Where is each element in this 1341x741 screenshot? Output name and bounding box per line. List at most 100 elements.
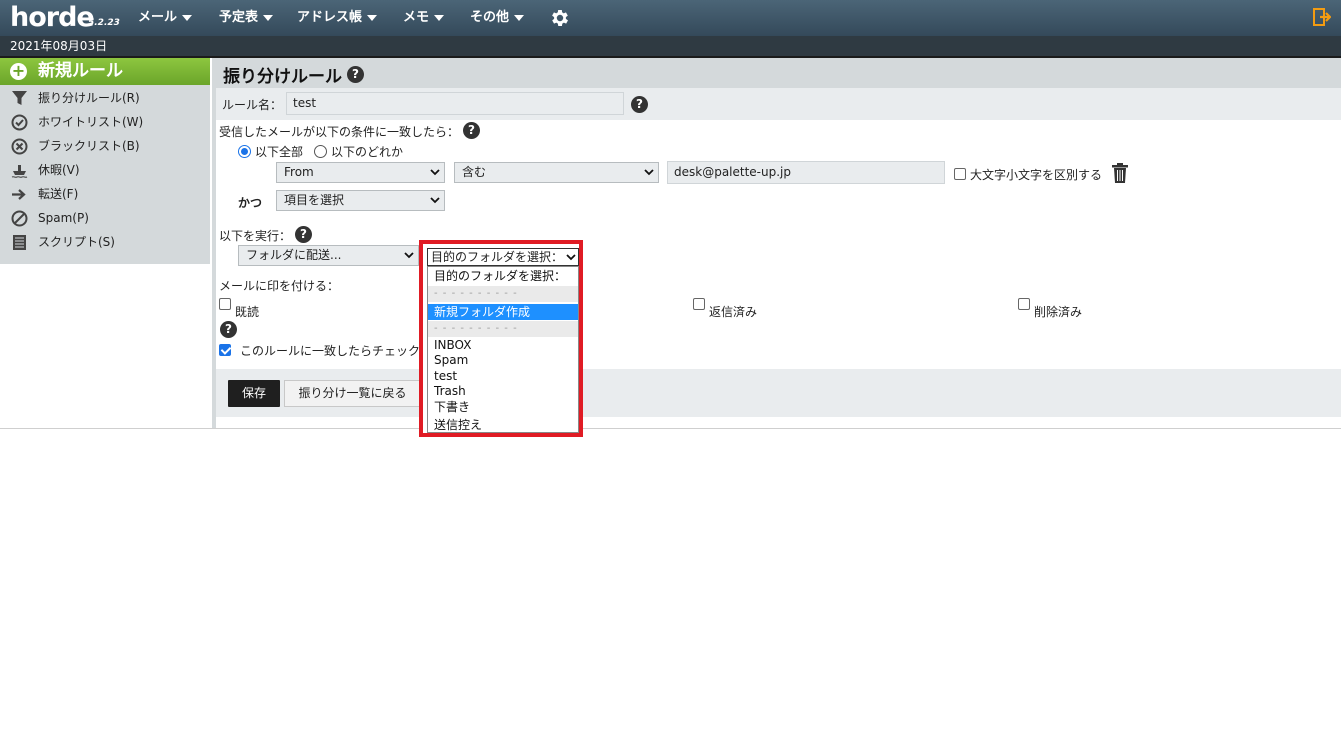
flag-deleted-label: 削除済み	[1034, 305, 1083, 319]
folder-option-new-folder[interactable]: 新規フォルダ作成	[428, 304, 578, 320]
caret-down-icon	[514, 14, 525, 21]
back-to-list-button[interactable]: 振り分け一覧に戻る	[284, 380, 421, 407]
current-date: 2021年08月03日	[10, 39, 108, 53]
menu-calendar[interactable]: 予定表	[219, 0, 274, 36]
script-icon	[13, 235, 26, 250]
divider	[0, 428, 1341, 429]
select-value: フォルダに配送...	[246, 248, 342, 262]
condition-field-select[interactable]: From	[276, 162, 445, 183]
flag-read-label: 既読	[235, 305, 260, 319]
sidebar-item-label: ホワイトリスト(W)	[38, 115, 144, 129]
sidebar-item-spam[interactable]: Spam(P)	[0, 206, 210, 230]
option-separator: - - - - - - - - - -	[428, 321, 578, 337]
x-circle-icon	[11, 138, 28, 155]
folder-option[interactable]: INBOX	[428, 337, 578, 353]
sidebar-item-label: 休暇(V)	[38, 163, 80, 177]
select-value: 目的のフォルダを選択：	[431, 250, 564, 264]
sidebar: + 新規ルール 振り分けルール(R) ホワイトリスト(W) ブラックリスト(B)…	[0, 58, 210, 264]
arrow-right-icon	[12, 189, 26, 200]
folder-option[interactable]: 下書き	[428, 399, 578, 415]
condition-label: 受信したメールが以下の条件に一致したら：	[219, 125, 460, 139]
vacation-icon	[11, 165, 28, 178]
condition-value-input[interactable]: desk@palette-up.jp	[667, 161, 945, 184]
rule-name-label: ルール名：	[222, 98, 283, 112]
ban-icon	[11, 210, 28, 227]
sidebar-item-label: Spam(P)	[38, 211, 89, 225]
rule-name-input[interactable]: test	[286, 92, 624, 115]
chevron-down-icon	[404, 252, 414, 259]
caret-down-icon	[182, 14, 193, 21]
flag-read-checkbox[interactable]	[219, 298, 231, 310]
sidebar-item-filters[interactable]: 振り分けルール(R)	[0, 86, 210, 110]
chevron-down-icon	[430, 197, 440, 204]
select-value: From	[284, 165, 314, 179]
sidebar-item-whitelist[interactable]: ホワイトリスト(W)	[0, 110, 210, 134]
help-icon[interactable]: ?	[220, 321, 237, 338]
radio-match-all-label: 以下全部	[255, 145, 304, 159]
top-navigation-bar: horde 5.2.23 メール 予定表 アドレス帳 メモ その他	[0, 0, 1341, 36]
sidebar-item-script[interactable]: スクリプト(S)	[0, 230, 210, 254]
stop-checking-label: このルールに一致したらチェック	[240, 344, 421, 358]
logout-icon[interactable]	[1313, 8, 1331, 26]
condition-operator-select[interactable]: 含む	[454, 162, 659, 183]
menu-notes[interactable]: メモ	[403, 0, 445, 36]
folder-option[interactable]: Trash	[428, 383, 578, 399]
folder-option[interactable]: Spam	[428, 352, 578, 368]
check-circle-icon	[11, 114, 28, 131]
chevron-down-icon	[430, 169, 440, 176]
sidebar-item-label: 転送(F)	[38, 187, 79, 201]
horde-logo[interactable]: horde	[10, 2, 95, 33]
radio-match-all[interactable]	[238, 145, 251, 158]
sidebar-item-label: スクリプト(S)	[38, 235, 115, 249]
help-icon[interactable]: ?	[347, 66, 364, 83]
page-header: 振り分けルール ?	[216, 58, 1341, 88]
folder-options-list: 目的のフォルダを選択： - - - - - - - - - - 新規フォルダ作成…	[427, 266, 579, 433]
sidebar-item-vacation[interactable]: 休暇(V)	[0, 158, 210, 182]
chevron-down-icon	[644, 169, 654, 176]
caret-down-icon	[434, 14, 445, 21]
date-bar: 2021年08月03日	[0, 36, 1341, 58]
chevron-down-icon	[566, 254, 576, 261]
page-title: 振り分けルール	[223, 67, 342, 87]
caret-down-icon	[263, 14, 274, 21]
case-sensitive-label: 大文字小文字を区別する	[970, 168, 1103, 182]
add-condition-select[interactable]: 項目を選択	[276, 190, 445, 211]
help-icon[interactable]: ?	[463, 122, 480, 139]
help-icon[interactable]: ?	[295, 226, 312, 243]
sidebar-item-label: 振り分けルール(R)	[38, 91, 140, 105]
sidebar-item-forward[interactable]: 転送(F)	[0, 182, 210, 206]
target-folder-select[interactable]: 目的のフォルダを選択：	[427, 248, 579, 266]
menu-mail[interactable]: メール	[138, 0, 193, 36]
stop-checking-checkbox[interactable]	[219, 344, 231, 356]
and-label: かつ	[238, 196, 263, 210]
folder-option[interactable]: test	[428, 368, 578, 384]
trash-icon[interactable]	[1112, 163, 1128, 183]
action-label: 以下を実行：	[219, 229, 292, 243]
menu-others[interactable]: その他	[470, 0, 525, 36]
radio-match-any-label: 以下のどれか	[331, 145, 404, 159]
radio-match-any[interactable]	[314, 145, 327, 158]
save-button[interactable]: 保存	[228, 380, 280, 407]
flag-label: メールに印を付ける：	[219, 279, 340, 293]
gear-icon[interactable]	[549, 7, 571, 29]
new-rule-button[interactable]: + 新規ルール	[0, 58, 210, 85]
flag-replied-checkbox[interactable]	[693, 298, 705, 310]
plus-icon: +	[10, 61, 27, 80]
select-value: 項目を選択	[284, 193, 345, 207]
flag-replied-label: 返信済み	[709, 305, 758, 319]
case-sensitive-checkbox[interactable]	[954, 168, 966, 180]
version-label: 5.2.23	[88, 18, 120, 28]
help-icon[interactable]: ?	[631, 96, 648, 113]
option-separator: - - - - - - - - - -	[428, 286, 578, 302]
folder-option[interactable]: 目的のフォルダを選択：	[428, 268, 578, 284]
select-value: 含む	[462, 165, 487, 179]
flag-deleted-checkbox[interactable]	[1018, 298, 1030, 310]
action-select[interactable]: フォルダに配送...	[238, 245, 419, 266]
sidebar-item-blacklist[interactable]: ブラックリスト(B)	[0, 134, 210, 158]
filter-icon	[12, 91, 27, 105]
folder-select-highlight: 目的のフォルダを選択： 目的のフォルダを選択： - - - - - - - - …	[419, 240, 583, 437]
new-rule-label: 新規ルール	[38, 61, 123, 81]
folder-option[interactable]: 送信控え	[428, 417, 578, 433]
sidebar-item-label: ブラックリスト(B)	[38, 139, 140, 153]
menu-addressbook[interactable]: アドレス帳	[297, 0, 378, 36]
